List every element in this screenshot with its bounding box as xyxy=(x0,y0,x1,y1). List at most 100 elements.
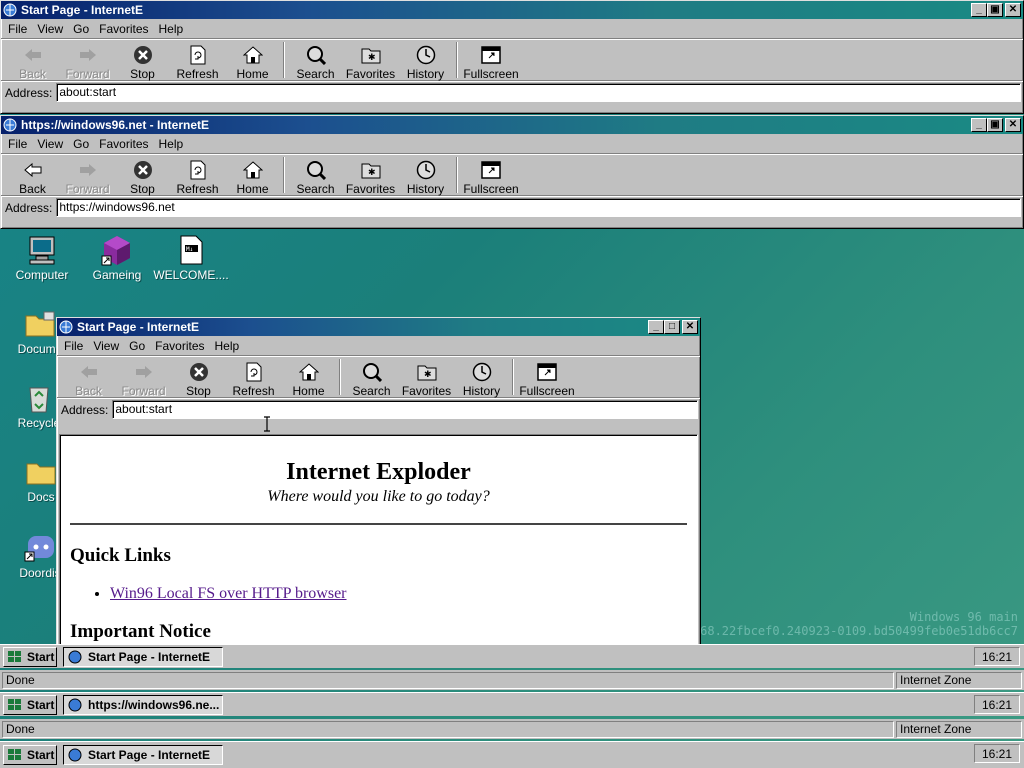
menu-file[interactable]: File xyxy=(3,22,32,36)
favorites-label: Favorites xyxy=(345,182,396,196)
refresh-button[interactable]: Refresh xyxy=(170,157,225,196)
home-button[interactable]: Home xyxy=(225,42,280,81)
browser-icon xyxy=(68,650,82,663)
menu-view[interactable]: View xyxy=(88,339,124,353)
favorites-button[interactable]: ✱ Favorites xyxy=(343,157,398,196)
stop-icon xyxy=(132,44,154,66)
favorites-button[interactable]: ✱ Favorites xyxy=(343,42,398,81)
minimize-button[interactable]: _ xyxy=(648,320,664,334)
favorites-folder-icon: ✱ xyxy=(416,361,438,383)
back-button[interactable]: Back xyxy=(5,42,60,81)
menu-help[interactable]: Help xyxy=(154,22,189,36)
browser-window-front[interactable]: Start Page - InternetE _ □ ✕ File View G… xyxy=(56,317,701,647)
taskbar-item[interactable]: Start Page - InternetE xyxy=(63,745,223,765)
toolbar: Back Forward Stop Refresh Home Search ✱ F… xyxy=(1,39,1023,81)
fullscreen-button[interactable]: Fullscreen xyxy=(517,359,577,398)
menu-help[interactable]: Help xyxy=(154,137,189,151)
close-button[interactable]: ✕ xyxy=(1005,3,1021,17)
build-watermark: Windows 96 main 268.22fbcef0.240923-0109… xyxy=(693,610,1018,638)
search-button[interactable]: Search xyxy=(344,359,399,398)
history-clock-icon xyxy=(415,159,437,181)
notice-heading: Important Notice xyxy=(70,621,211,642)
history-clock-icon xyxy=(415,44,437,66)
search-button[interactable]: Search xyxy=(288,157,343,196)
forward-button[interactable]: Forward xyxy=(60,42,115,81)
home-button[interactable]: Home xyxy=(281,359,336,398)
history-button[interactable]: History xyxy=(398,157,453,196)
svg-text:✱: ✱ xyxy=(424,370,432,380)
stop-button[interactable]: Stop xyxy=(115,42,170,81)
menu-go[interactable]: Go xyxy=(68,22,94,36)
back-button[interactable]: Back xyxy=(61,359,116,398)
menu-favorites[interactable]: Favorites xyxy=(94,22,153,36)
address-input[interactable]: about:start xyxy=(112,400,698,419)
menu-file[interactable]: File xyxy=(59,339,88,353)
menu-view[interactable]: View xyxy=(32,22,68,36)
stop-label: Stop xyxy=(130,182,155,196)
refresh-icon xyxy=(243,361,265,383)
forward-button[interactable]: Forward xyxy=(116,359,171,398)
close-button[interactable]: ✕ xyxy=(682,320,698,334)
menu-go[interactable]: Go xyxy=(68,137,94,151)
maximize-button[interactable]: ▣ xyxy=(987,3,1003,17)
start-button[interactable]: Start xyxy=(3,694,57,715)
history-button[interactable]: History xyxy=(454,359,509,398)
window-title: Start Page - InternetE xyxy=(21,3,144,17)
favorites-button[interactable]: ✱ Favorites xyxy=(399,359,454,398)
discord-icon xyxy=(24,536,54,562)
toolbar-separator xyxy=(283,42,285,78)
forward-label: Forward xyxy=(121,384,166,398)
toolbar-separator xyxy=(339,359,341,395)
start-label: Start xyxy=(27,748,55,762)
menu-help[interactable]: Help xyxy=(210,339,245,353)
refresh-button[interactable]: Refresh xyxy=(170,42,225,81)
stop-icon xyxy=(132,159,154,181)
title-bar[interactable]: https://windows96.net - InternetE _ ▣ ✕ xyxy=(1,116,1023,134)
address-input[interactable]: https://windows96.net xyxy=(56,198,1021,217)
menu-view[interactable]: View xyxy=(32,137,68,151)
fullscreen-button[interactable]: Fullscreen xyxy=(461,42,521,81)
stop-button[interactable]: Stop xyxy=(115,157,170,196)
minimize-button[interactable]: _ xyxy=(971,3,987,17)
desktop-icon-gameing[interactable]: Gameing xyxy=(82,234,152,282)
title-bar[interactable]: Start Page - InternetE _ ▣ ✕ xyxy=(1,1,1023,19)
refresh-button[interactable]: Refresh xyxy=(226,359,281,398)
search-button[interactable]: Search xyxy=(288,42,343,81)
browser-window-mid[interactable]: https://windows96.net - InternetE _ ▣ ✕ … xyxy=(0,115,1024,229)
security-zone: Internet Zone xyxy=(896,671,1022,689)
menu-go[interactable]: Go xyxy=(124,339,150,353)
start-button[interactable]: Start xyxy=(3,745,57,765)
page-viewport[interactable]: Internet Exploder Where would you like t… xyxy=(59,434,698,646)
forward-button[interactable]: Forward xyxy=(60,157,115,196)
browser-icon xyxy=(3,118,17,132)
desktop-icon-label: Computer xyxy=(15,268,69,282)
browser-window-back[interactable]: Start Page - InternetE _ ▣ ✕ File View G… xyxy=(0,0,1024,114)
home-button[interactable]: Home xyxy=(225,157,280,196)
maximize-button[interactable]: ▣ xyxy=(987,118,1003,132)
back-button[interactable]: Back xyxy=(5,157,60,196)
quick-link[interactable]: Win96 Local FS over HTTP browser xyxy=(110,585,347,602)
taskbar-item[interactable]: Start Page - InternetE xyxy=(63,646,223,667)
menu-favorites[interactable]: Favorites xyxy=(94,137,153,151)
history-button[interactable]: History xyxy=(398,42,453,81)
maximize-button[interactable]: □ xyxy=(664,320,680,334)
title-bar[interactable]: Start Page - InternetE _ □ ✕ xyxy=(57,318,700,336)
back-arrow-icon xyxy=(78,361,100,383)
fullscreen-button[interactable]: Fullscreen xyxy=(461,157,521,196)
address-input[interactable]: about:start xyxy=(56,83,1021,102)
forward-arrow-icon xyxy=(77,159,99,181)
taskbar-item-label: Start Page - InternetE xyxy=(88,649,211,664)
menu-favorites[interactable]: Favorites xyxy=(150,339,209,353)
desktop-icon-computer[interactable]: Computer xyxy=(7,234,77,282)
taskbar: Start Start Page - InternetE 16:21 xyxy=(0,644,1024,668)
taskbar-item[interactable]: https://windows96.ne... xyxy=(63,694,223,715)
menu-file[interactable]: File xyxy=(3,137,32,151)
desktop-icon-label: Gameing xyxy=(92,268,142,282)
minimize-button[interactable]: _ xyxy=(971,118,987,132)
forward-label: Forward xyxy=(65,67,110,81)
start-button[interactable]: Start xyxy=(3,646,57,667)
stop-button[interactable]: Stop xyxy=(171,359,226,398)
desktop-icon-welcome[interactable]: M↓ WELCOME.... xyxy=(153,234,229,282)
watermark-line: Windows 96 main xyxy=(909,610,1018,624)
close-button[interactable]: ✕ xyxy=(1005,118,1021,132)
